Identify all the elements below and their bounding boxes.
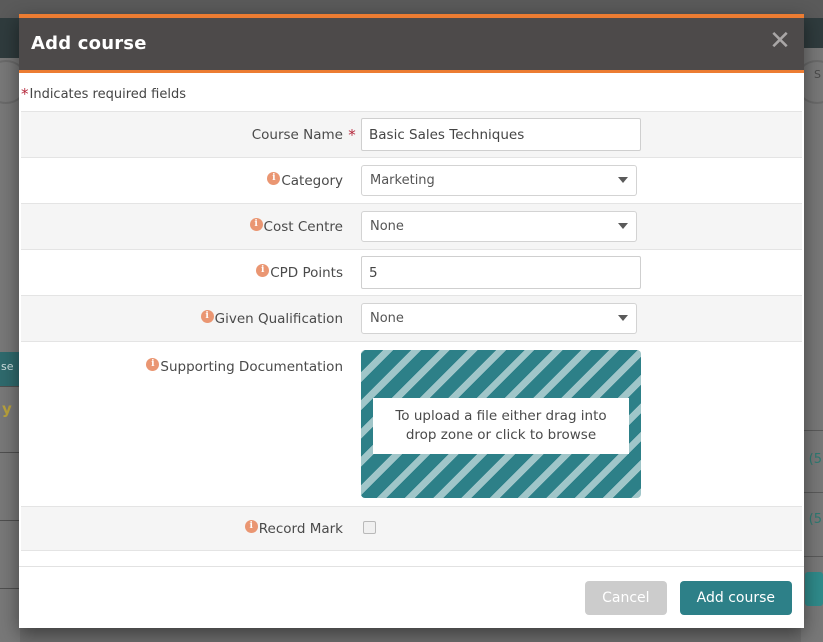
label-supporting-documentation: i Supporting Documentation	[21, 341, 343, 507]
label-given-qualification: i Given Qualification	[21, 295, 343, 342]
field-given-qualification: None	[361, 295, 802, 342]
info-icon[interactable]: i	[267, 172, 281, 185]
required-asterisk-supporting-documentation	[343, 341, 361, 507]
chevron-down-icon	[618, 315, 628, 321]
label-record-mark: i Record Mark	[21, 506, 343, 551]
field-cpd-points	[361, 249, 802, 296]
required-fields-note: *Indicates required fields	[19, 73, 804, 111]
course-name-input[interactable]	[361, 118, 641, 151]
background-left-text: se	[1, 360, 14, 373]
background-right-text: S	[814, 68, 821, 81]
modal-body: *Indicates required fields Course Name *…	[19, 73, 804, 567]
label-cpd-points-text: CPD Points	[270, 265, 343, 281]
form-row-category: i Category Marketing	[21, 157, 802, 204]
label-supporting-documentation-text: Supporting Documentation	[160, 359, 343, 375]
label-given-qualification-text: Given Qualification	[214, 311, 343, 327]
form-row-supporting-documentation: i Supporting Documentation To upload a fi…	[21, 341, 802, 507]
required-asterisk-record-mark	[343, 506, 361, 551]
form-row-cost-centre: i Cost Centre None	[21, 203, 802, 250]
cost-centre-select-value: None	[370, 219, 404, 234]
add-course-modal: Add course ✕ *Indicates required fields …	[19, 14, 804, 628]
required-asterisk-course-name: *	[343, 111, 361, 158]
field-category: Marketing	[361, 157, 802, 204]
modal-footer: Cancel Add course	[19, 566, 804, 628]
required-asterisk-cost-centre	[343, 203, 361, 250]
chevron-down-icon	[618, 223, 628, 229]
required-asterisk-cpd-points	[343, 249, 361, 296]
category-select-value: Marketing	[370, 173, 435, 188]
required-asterisk-category	[343, 157, 361, 204]
label-record-mark-text: Record Mark	[258, 521, 343, 537]
file-drop-zone-instructions: To upload a file either drag into drop z…	[373, 398, 629, 454]
background-left-panel	[0, 18, 20, 642]
label-category: i Category	[21, 157, 343, 204]
field-course-name	[361, 111, 802, 158]
record-mark-checkbox[interactable]	[363, 521, 376, 534]
background-left-divider	[0, 588, 20, 589]
background-right-divider	[801, 556, 823, 557]
close-icon[interactable]: ✕	[766, 28, 794, 56]
field-supporting-documentation: To upload a file either drag into drop z…	[361, 341, 802, 507]
form-row-given-qualification: i Given Qualification None	[21, 295, 802, 342]
info-icon[interactable]: i	[200, 310, 214, 323]
file-drop-zone[interactable]: To upload a file either drag into drop z…	[361, 350, 641, 498]
info-icon[interactable]: i	[244, 520, 258, 533]
field-record-mark	[361, 506, 802, 551]
background-left-divider	[0, 520, 20, 521]
cost-centre-select[interactable]: None	[361, 211, 637, 242]
info-icon[interactable]: i	[146, 358, 160, 371]
background-left-accent-text: y	[2, 400, 12, 418]
given-qualification-select[interactable]: None	[361, 303, 637, 334]
required-asterisk-given-qualification	[343, 295, 361, 342]
info-icon[interactable]: i	[256, 264, 270, 277]
background-left-divider	[0, 452, 20, 453]
cancel-button[interactable]: Cancel	[585, 581, 667, 615]
background-right-divider	[801, 430, 823, 431]
background-right-panel	[801, 18, 823, 642]
category-select[interactable]: Marketing	[361, 165, 637, 196]
label-cost-centre: i Cost Centre	[21, 203, 343, 250]
label-category-text: Category	[281, 173, 343, 189]
chevron-down-icon	[618, 177, 628, 183]
background-left-dark-header	[0, 18, 20, 58]
add-course-button[interactable]: Add course	[679, 581, 792, 615]
background-right-divider	[801, 492, 823, 493]
info-icon[interactable]: i	[249, 218, 263, 231]
modal-header: Add course ✕	[19, 18, 804, 73]
form-row-cpd-points: i CPD Points	[21, 249, 802, 296]
background-right-dark-header	[801, 18, 823, 48]
cpd-points-input[interactable]	[361, 256, 641, 289]
label-cpd-points: i CPD Points	[21, 249, 343, 296]
required-asterisk: *	[21, 85, 29, 103]
course-form-table: Course Name * iCategory Marketing	[21, 111, 802, 551]
label-course-name: Course Name	[21, 111, 343, 158]
given-qualification-select-value: None	[370, 311, 404, 326]
background-left-divider	[0, 386, 20, 387]
modal-title: Add course	[31, 33, 147, 54]
form-row-course-name: Course Name *	[21, 111, 802, 158]
field-cost-centre: None	[361, 203, 802, 250]
background-right-paren-text: (5	[808, 512, 822, 527]
background-right-paren-text: (5	[808, 452, 822, 467]
required-note-label: Indicates required fields	[29, 87, 186, 102]
label-cost-centre-text: Cost Centre	[263, 219, 343, 235]
background-right-teal-button	[805, 572, 823, 606]
form-row-record-mark: i Record Mark	[21, 506, 802, 551]
